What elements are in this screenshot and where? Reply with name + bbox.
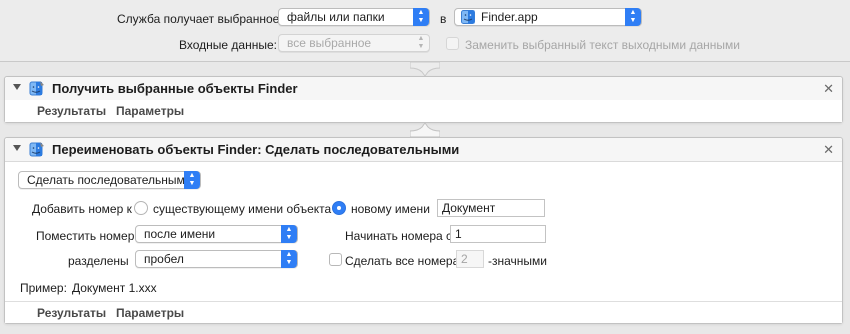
disclosure-triangle-icon[interactable] [13, 84, 21, 90]
start-number-field[interactable]: 1 [450, 225, 546, 243]
input-data-popup[interactable]: все выбранное ▲ ▼ [278, 34, 430, 52]
chevron-updown-icon: ▲ ▼ [417, 35, 425, 50]
chevron-updown-icon: ▲ ▼ [281, 225, 297, 243]
chevron-updown-icon: ▲ ▼ [625, 8, 641, 26]
input-data-value: все выбранное [287, 36, 372, 50]
new-name-label: новому имени [351, 202, 430, 216]
all-numbers-label: Сделать все номера [345, 254, 460, 268]
new-name-radio[interactable] [332, 201, 346, 215]
fixed-digits-checkbox[interactable] [329, 253, 342, 266]
replace-text-checkbox[interactable] [446, 37, 459, 50]
add-number-label: Добавить номер к [32, 202, 132, 216]
separator-popup[interactable]: пробел ▲ ▼ [135, 250, 298, 268]
digits-suffix-label: -значными [488, 254, 547, 268]
action-footer: Результаты Параметры [5, 100, 842, 122]
action-get-selected-finder-items: Получить выбранные объекты Finder ✕ Резу… [4, 76, 843, 123]
example-value: Документ 1.xxx [72, 281, 157, 295]
input-type-value: файлы или папки [287, 10, 385, 24]
tab-results[interactable]: Результаты [37, 104, 106, 118]
action-header: Переименовать объекты Finder: Сделать по… [5, 138, 842, 162]
tab-options[interactable]: Параметры [116, 306, 184, 320]
input-type-popup[interactable]: файлы или папки ▲ ▼ [278, 8, 430, 26]
replace-text-label: Заменить выбранный текст выходными данны… [465, 38, 740, 52]
service-receives-label: Служба получает выбранное: [117, 12, 283, 26]
place-number-value: после имени [144, 227, 216, 241]
tab-results[interactable]: Результаты [37, 306, 106, 320]
action-header: Получить выбранные объекты Finder ✕ [5, 77, 842, 101]
chevron-updown-icon: ▲ ▼ [281, 250, 297, 268]
new-name-field[interactable]: Документ [437, 199, 545, 217]
rename-mode-popup[interactable]: Сделать последовательными ▲ ▼ [18, 171, 201, 189]
finder-icon [29, 81, 44, 96]
existing-name-radio[interactable] [134, 201, 148, 215]
finder-icon [29, 142, 44, 157]
chevron-updown-icon: ▲ ▼ [184, 171, 200, 189]
in-label: в [440, 12, 447, 26]
action-footer: Результаты Параметры [5, 301, 842, 323]
start-numbers-label: Начинать номера с [345, 229, 453, 243]
action-title: Переименовать объекты Finder: Сделать по… [52, 142, 460, 157]
action-title: Получить выбранные объекты Finder [52, 81, 298, 96]
existing-name-label: существующему имени объекта [153, 202, 332, 216]
place-number-label: Поместить номер [36, 229, 135, 243]
action-rename-finder-items: Переименовать объекты Finder: Сделать по… [4, 137, 843, 324]
place-number-popup[interactable]: после имени ▲ ▼ [135, 225, 298, 243]
separator-value: пробел [144, 252, 184, 266]
digits-field[interactable]: 2 [456, 250, 484, 268]
workflow-connector-icon [410, 123, 440, 137]
finder-icon [461, 10, 475, 24]
disclosure-triangle-icon[interactable] [13, 145, 21, 151]
application-value: Finder.app [481, 10, 538, 24]
application-popup[interactable]: Finder.app ▲ ▼ [454, 8, 642, 26]
chevron-updown-icon: ▲ ▼ [413, 8, 429, 26]
workflow-connector-icon [410, 62, 440, 76]
separated-label: разделены [68, 254, 129, 268]
example-label: Пример: [20, 281, 67, 295]
close-icon[interactable]: ✕ [823, 81, 834, 97]
close-icon[interactable]: ✕ [823, 142, 834, 158]
input-data-label: Входные данные: [179, 38, 277, 52]
rename-mode-value: Сделать последовательными [27, 173, 192, 187]
tab-options[interactable]: Параметры [116, 104, 184, 118]
workflow-settings-bar: Служба получает выбранное: файлы или пап… [0, 0, 850, 62]
